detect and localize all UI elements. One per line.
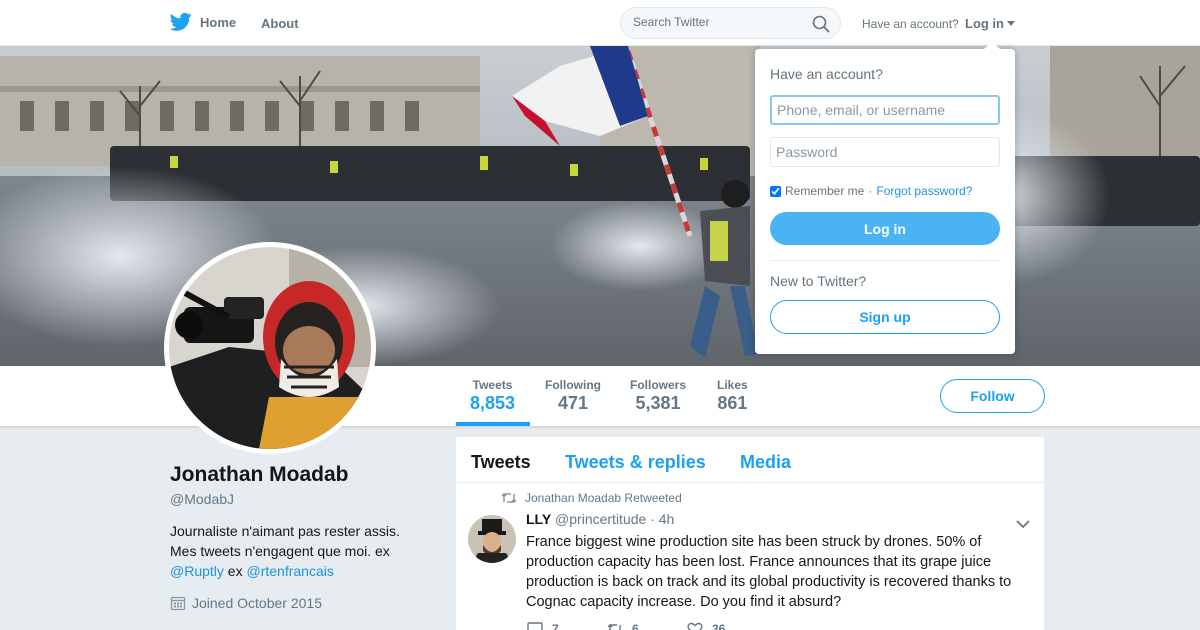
- twitter-bird-icon: [170, 12, 192, 31]
- bio-mention-rtenfrancais[interactable]: @rtenfrancais: [246, 563, 333, 579]
- dropdown-title: Have an account?: [770, 66, 883, 82]
- stat-followers[interactable]: Followers 5,381: [630, 378, 686, 414]
- remember-separator: ·: [868, 184, 873, 198]
- login-link-label: Log in: [965, 16, 1004, 31]
- signup-button[interactable]: Sign up: [770, 300, 1000, 334]
- retweet-context: Jonathan Moadab Retweeted: [501, 491, 682, 505]
- tweet-header: LLY @princertitude · 4h: [526, 511, 674, 527]
- timeline: Tweets Tweets & replies Media Jonathan M…: [456, 437, 1044, 630]
- bio-line-2: Mes tweets n'engagent que moi. ex: [170, 543, 390, 559]
- retweeted-by-text[interactable]: Jonathan Moadab Retweeted: [525, 491, 682, 505]
- heart-icon: [687, 622, 703, 630]
- tweet-item[interactable]: Jonathan Moadab Retweeted LLY @princerti…: [456, 483, 1044, 630]
- username-field[interactable]: [770, 95, 1000, 125]
- stat-likes[interactable]: Likes 861: [717, 378, 748, 414]
- like-count: 36: [712, 622, 726, 630]
- profile-handle: @ModabJ: [170, 491, 235, 507]
- stat-tweets-label: Tweets: [472, 378, 513, 392]
- have-account-text: Have an account?: [862, 17, 959, 31]
- tab-media[interactable]: Media: [740, 452, 791, 473]
- tweet-author-name[interactable]: LLY: [526, 511, 551, 527]
- search-input[interactable]: [633, 15, 803, 29]
- forgot-password-link[interactable]: Forgot password?: [876, 184, 972, 198]
- stat-following-label: Following: [545, 378, 601, 392]
- caret-down-icon: [1007, 21, 1015, 26]
- like-action[interactable]: 36: [686, 621, 766, 630]
- login-button[interactable]: Log in: [770, 212, 1000, 245]
- about-nav-link[interactable]: About: [261, 16, 299, 31]
- retweet-count: 6: [632, 622, 639, 630]
- avatar-photo: [169, 247, 371, 449]
- home-label: Home: [200, 14, 237, 30]
- bio-mention-ruptly[interactable]: @Ruptly: [170, 563, 224, 579]
- stat-followers-label: Followers: [630, 378, 687, 392]
- profile-name: Jonathan Moadab: [170, 463, 349, 486]
- tab-tweets-and-replies[interactable]: Tweets & replies: [565, 452, 706, 473]
- reply-count: 7: [552, 622, 559, 630]
- stat-following[interactable]: Following 471: [545, 378, 601, 414]
- tweet-author-avatar[interactable]: [468, 515, 516, 563]
- stat-likes-label: Likes: [717, 378, 748, 392]
- profile-joined-date: Joined October 2015: [170, 595, 322, 611]
- stat-likes-value: 861: [717, 393, 748, 413]
- stat-followers-value: 5,381: [635, 393, 681, 413]
- chevron-down-icon[interactable]: [1015, 518, 1031, 530]
- retweet-icon: [607, 624, 621, 630]
- stat-following-value: 471: [557, 393, 589, 413]
- timeline-tabs: Tweets Tweets & replies Media: [456, 437, 1044, 483]
- tweet-timestamp[interactable]: 4h: [659, 511, 675, 527]
- reply-icon: [527, 622, 543, 630]
- search-icon[interactable]: [812, 15, 830, 33]
- joined-text: Joined October 2015: [192, 595, 322, 611]
- tweet-author-handle[interactable]: @princertitude: [555, 511, 646, 527]
- dropdown-divider: [770, 260, 1000, 261]
- profile-avatar[interactable]: [164, 242, 376, 454]
- remember-me-label[interactable]: Remember me: [785, 184, 864, 198]
- tweet-text: France biggest wine production site has …: [526, 534, 1012, 610]
- retweet-action[interactable]: 6: [606, 621, 686, 630]
- author-avatar-photo: [468, 515, 516, 563]
- profile-bio: Journaliste n'aimant pas rester assis. M…: [170, 521, 430, 581]
- password-field[interactable]: [770, 137, 1000, 167]
- retweet-icon: [501, 492, 517, 504]
- stat-tweets[interactable]: Tweets 8,853: [470, 378, 515, 414]
- calendar-icon: [170, 596, 186, 611]
- bio-line-1: Journaliste n'aimant pas rester assis.: [170, 523, 400, 539]
- dropdown-arrow: [983, 41, 1001, 50]
- bio-ex-text: ex: [227, 563, 243, 579]
- new-to-twitter-text: New to Twitter?: [770, 273, 867, 289]
- active-stat-underline: [456, 422, 530, 426]
- tab-tweets[interactable]: Tweets: [471, 452, 531, 473]
- tweet-actions: 7 6 36: [526, 621, 766, 630]
- reply-action[interactable]: 7: [526, 621, 606, 630]
- stat-tweets-value: 8,853: [470, 393, 516, 413]
- follow-button[interactable]: Follow: [940, 379, 1045, 413]
- remember-me-row: Remember me · Forgot password?: [770, 184, 972, 198]
- login-dropdown-toggle[interactable]: Log in: [965, 16, 1015, 31]
- search-box: [620, 7, 841, 39]
- home-nav-link[interactable]: Home: [170, 12, 236, 32]
- login-dropdown: Have an account? Remember me · Forgot pa…: [755, 41, 1015, 354]
- tweet-separator-dot: ·: [650, 511, 655, 527]
- remember-me-checkbox[interactable]: [770, 185, 781, 197]
- top-navigation-bar: Home About Have an account? Log in: [0, 0, 1200, 46]
